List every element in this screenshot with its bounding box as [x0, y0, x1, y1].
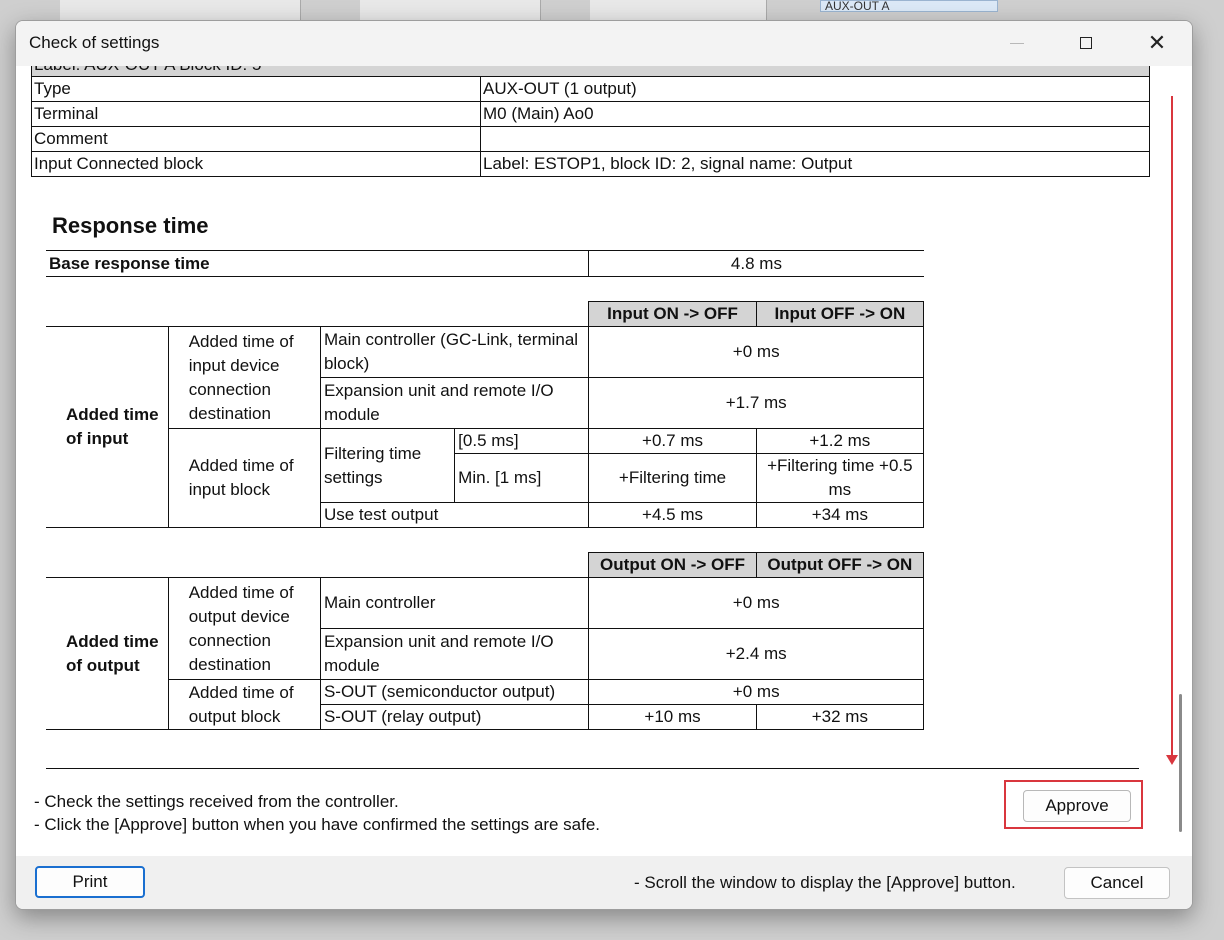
input-block-label: Added time of input block [167, 428, 321, 528]
minimize-button[interactable] [982, 21, 1052, 65]
output-expansion-unit-value: +2.4 ms [588, 628, 924, 680]
block-label-header: Label: AUX-OUT A Block ID: 5 [31, 66, 1150, 77]
input-connection-label: Added time of input device connection de… [167, 326, 321, 429]
test-output-off-on: +34 ms [755, 502, 925, 528]
input-header-row: Input ON -> OFF Input OFF -> ON [46, 301, 925, 327]
filter-05-label: [0.5 ms] [454, 428, 590, 454]
input-off-on-header: Input OFF -> ON [755, 301, 925, 327]
input-on-off-header: Input ON -> OFF [588, 301, 757, 327]
added-time-output-label: Added time of output [46, 577, 169, 730]
scroll-arrow-annotation [1171, 96, 1173, 758]
filter-05-on-off: +0.7 ms [588, 428, 757, 454]
table-header-row: Label: AUX-OUT A Block ID: 5 [31, 66, 1150, 77]
row-label: Type [31, 76, 481, 102]
filtering-time-label: Filtering time settings [319, 428, 456, 503]
background-block-chip: AUX-OUT A [820, 0, 998, 12]
table-row: Comment [31, 126, 1150, 152]
filter-min-on-off: +Filtering time [588, 453, 757, 503]
sout-semiconductor-value: +0 ms [588, 679, 924, 705]
filter-min-label: Min. [1 ms] [454, 453, 590, 503]
input-expansion-unit-value: +1.7 ms [588, 377, 924, 429]
close-icon: ✕ [1147, 30, 1167, 55]
background-strip [60, 0, 301, 20]
response-time-heading: Response time [52, 213, 209, 238]
output-header-row: Output ON -> OFF Output OFF -> ON [46, 552, 925, 578]
table-row: Type AUX-OUT (1 output) [31, 76, 1150, 102]
output-connection-label: Added time of output device connection d… [167, 577, 321, 680]
divider [46, 768, 1139, 769]
input-main-controller-row: Added time of input Added time of input … [46, 326, 924, 528]
spacer-row [46, 277, 924, 302]
background-strip [590, 0, 767, 20]
input-main-controller: Main controller (GC-Link, terminal block… [319, 326, 590, 378]
background-strip [360, 0, 541, 20]
close-button[interactable]: ✕ [1122, 21, 1192, 65]
title-bar: Check of settings ✕ [16, 21, 1192, 65]
settings-report[interactable]: Label: AUX-OUT A Block ID: 5 Type AUX-OU… [16, 66, 1169, 856]
sout-relay-on-off: +10 ms [588, 704, 757, 730]
filter-min-off-on: +Filtering time +0.5 ms [755, 453, 925, 503]
instructions: - Check the settings received from the c… [34, 790, 600, 836]
block-info-table: Label: AUX-OUT A Block ID: 5 Type AUX-OU… [31, 66, 1150, 177]
row-label: Terminal [31, 101, 481, 127]
base-response-value: 4.8 ms [588, 250, 924, 277]
filter-05-off-on: +1.2 ms [755, 428, 925, 454]
table-row: Input Connected block Label: ESTOP1, blo… [31, 151, 1150, 177]
output-main-controller-value: +0 ms [588, 577, 924, 629]
minimize-icon [1010, 42, 1024, 44]
row-value: M0 (Main) Ao0 [480, 101, 1150, 127]
table-row: Terminal M0 (Main) Ao0 [31, 101, 1150, 127]
input-filter-05-row: Added time of input block Filtering time… [46, 428, 925, 528]
test-output-on-off: +4.5 ms [588, 502, 757, 528]
spacer-row [46, 528, 924, 553]
instruction-line: - Check the settings received from the c… [34, 792, 399, 811]
sout-semiconductor-label: S-OUT (semiconductor output) [319, 679, 590, 705]
check-settings-dialog: Check of settings ✕ Label: AUX-OUT A Blo… [15, 20, 1193, 910]
maximize-icon [1080, 37, 1092, 49]
output-main-controller-row: Added time of output Added time of outpu… [46, 577, 924, 730]
scroll-hint: - Scroll the window to display the [Appr… [634, 873, 1016, 892]
output-on-off-header: Output ON -> OFF [588, 552, 757, 578]
base-response-label: Base response time [46, 250, 590, 277]
output-off-on-header: Output OFF -> ON [755, 552, 925, 578]
window-title: Check of settings [29, 33, 160, 52]
output-sout-semi-row: Added time of output block S-OUT (semico… [46, 679, 924, 730]
row-label: Input Connected block [31, 151, 481, 177]
row-label: Comment [31, 126, 481, 152]
output-main-controller: Main controller [319, 577, 590, 629]
scrollbar-thumb[interactable] [1179, 694, 1182, 832]
arrow-down-icon [1166, 755, 1178, 765]
row-value: AUX-OUT (1 output) [480, 76, 1150, 102]
print-button[interactable]: Print [35, 866, 145, 898]
sout-relay-label: S-OUT (relay output) [319, 704, 590, 730]
output-block-label: Added time of output block [167, 679, 321, 730]
test-output-label: Use test output [319, 502, 590, 528]
sout-relay-off-on: +32 ms [755, 704, 925, 730]
row-value [480, 126, 1150, 152]
row-value: Label: ESTOP1, block ID: 2, signal name:… [480, 151, 1150, 177]
maximize-button[interactable] [1051, 21, 1121, 65]
instruction-line: - Click the [Approve] button when you ha… [34, 815, 601, 834]
input-main-controller-value: +0 ms [588, 326, 924, 378]
approve-button[interactable]: Approve [1023, 790, 1131, 822]
dialog-footer: Print - Scroll the window to display the… [16, 856, 1192, 909]
cancel-button[interactable]: Cancel [1064, 867, 1170, 899]
added-time-input-label: Added time of input [46, 326, 169, 528]
output-expansion-unit: Expansion unit and remote I/O module [319, 628, 590, 680]
input-expansion-unit: Expansion unit and remote I/O module [319, 377, 590, 429]
response-time-table: Base response time 4.8 ms Input ON -> OF… [46, 250, 925, 730]
base-response-row: Base response time 4.8 ms [46, 250, 924, 277]
